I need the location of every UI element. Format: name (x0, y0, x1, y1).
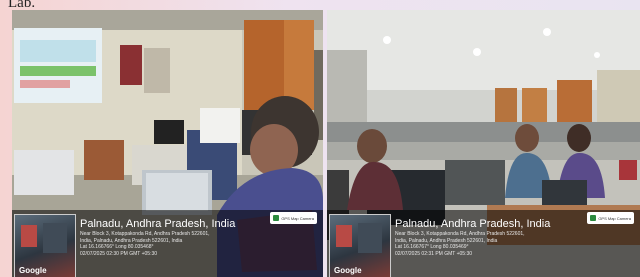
caption-text-right: Palnadu, Andhra Pradesh, India Near Bloc… (395, 218, 636, 257)
map-thumbnail-right: Google (329, 214, 391, 277)
caption-text-left: Palnadu, Andhra Pradesh, India Near Bloc… (80, 218, 319, 257)
location-title: Palnadu, Andhra Pradesh, India (395, 218, 551, 230)
map-thumbnail-left: Google (14, 214, 76, 277)
datetime: 02/07/2025 02:31 PM GMT +05:30 (395, 250, 473, 257)
photo-left: Google GPS Map Camera Palnadu, Andhra Pr… (12, 10, 323, 277)
thumbnail-label: Google (334, 266, 362, 275)
photo-right: Google GPS Map Camera Palnadu, Andhra Pr… (327, 10, 640, 277)
photo-caption-left: Google GPS Map Camera Palnadu, Andhra Pr… (12, 210, 323, 277)
datetime: 02/07/2025 02:30 PM GMT +05:30 (80, 250, 158, 257)
thumbnail-label: Google (19, 266, 47, 275)
location-title: Palnadu, Andhra Pradesh, India (80, 218, 236, 230)
photo-caption-right: Google GPS Map Camera Palnadu, Andhra Pr… (327, 210, 640, 277)
